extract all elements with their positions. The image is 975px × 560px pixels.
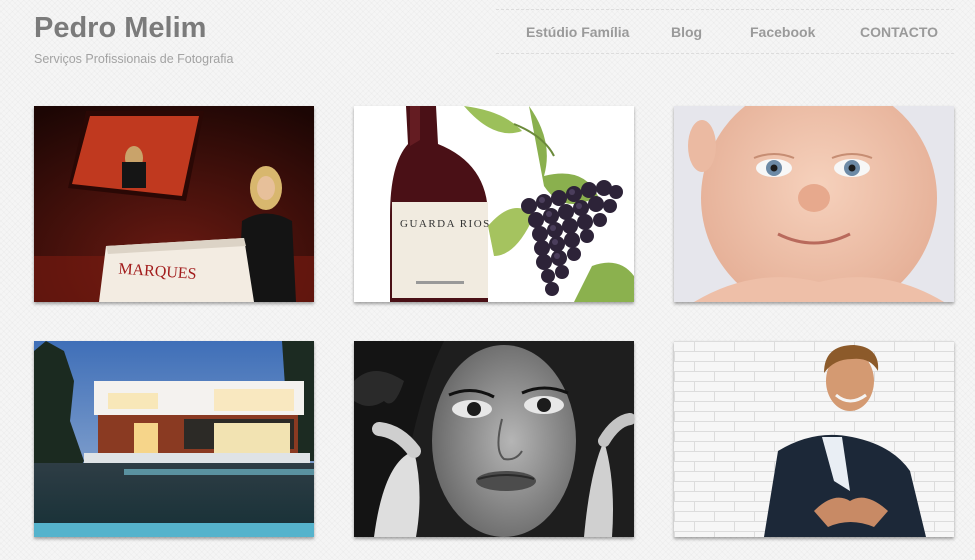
nav-item-contacto[interactable]: CONTACTO: [860, 24, 938, 40]
wine-bottle-image: GUARDA RIOS: [354, 106, 634, 302]
photo-baby-face[interactable]: [674, 106, 954, 302]
woman-portrait-image: [354, 341, 634, 537]
photo-businessman-portrait[interactable]: [674, 341, 954, 537]
site-tagline: Serviços Profissionais de Fotografia: [34, 52, 234, 66]
conference-speaker-image: MARQUES: [34, 106, 314, 302]
nav-item-estudio-familia[interactable]: Estúdio Família: [526, 24, 629, 40]
wine-label-text: GUARDA RIOS: [400, 218, 491, 230]
photo-wine-bottle[interactable]: GUARDA RIOS: [354, 106, 634, 302]
nav-item-facebook[interactable]: Facebook: [750, 24, 815, 40]
businessman-portrait-image: [674, 341, 954, 537]
site-title[interactable]: Pedro Melim: [34, 12, 206, 45]
baby-face-image: [674, 106, 954, 302]
modern-house-image: [34, 341, 314, 537]
nav-item-blog[interactable]: Blog: [671, 24, 702, 40]
photo-woman-portrait[interactable]: [354, 341, 634, 537]
photo-modern-house[interactable]: [34, 341, 314, 537]
photo-conference-speaker[interactable]: MARQUES: [34, 106, 314, 302]
main-nav: Estúdio Família Blog Facebook CONTACTO: [496, 9, 954, 54]
